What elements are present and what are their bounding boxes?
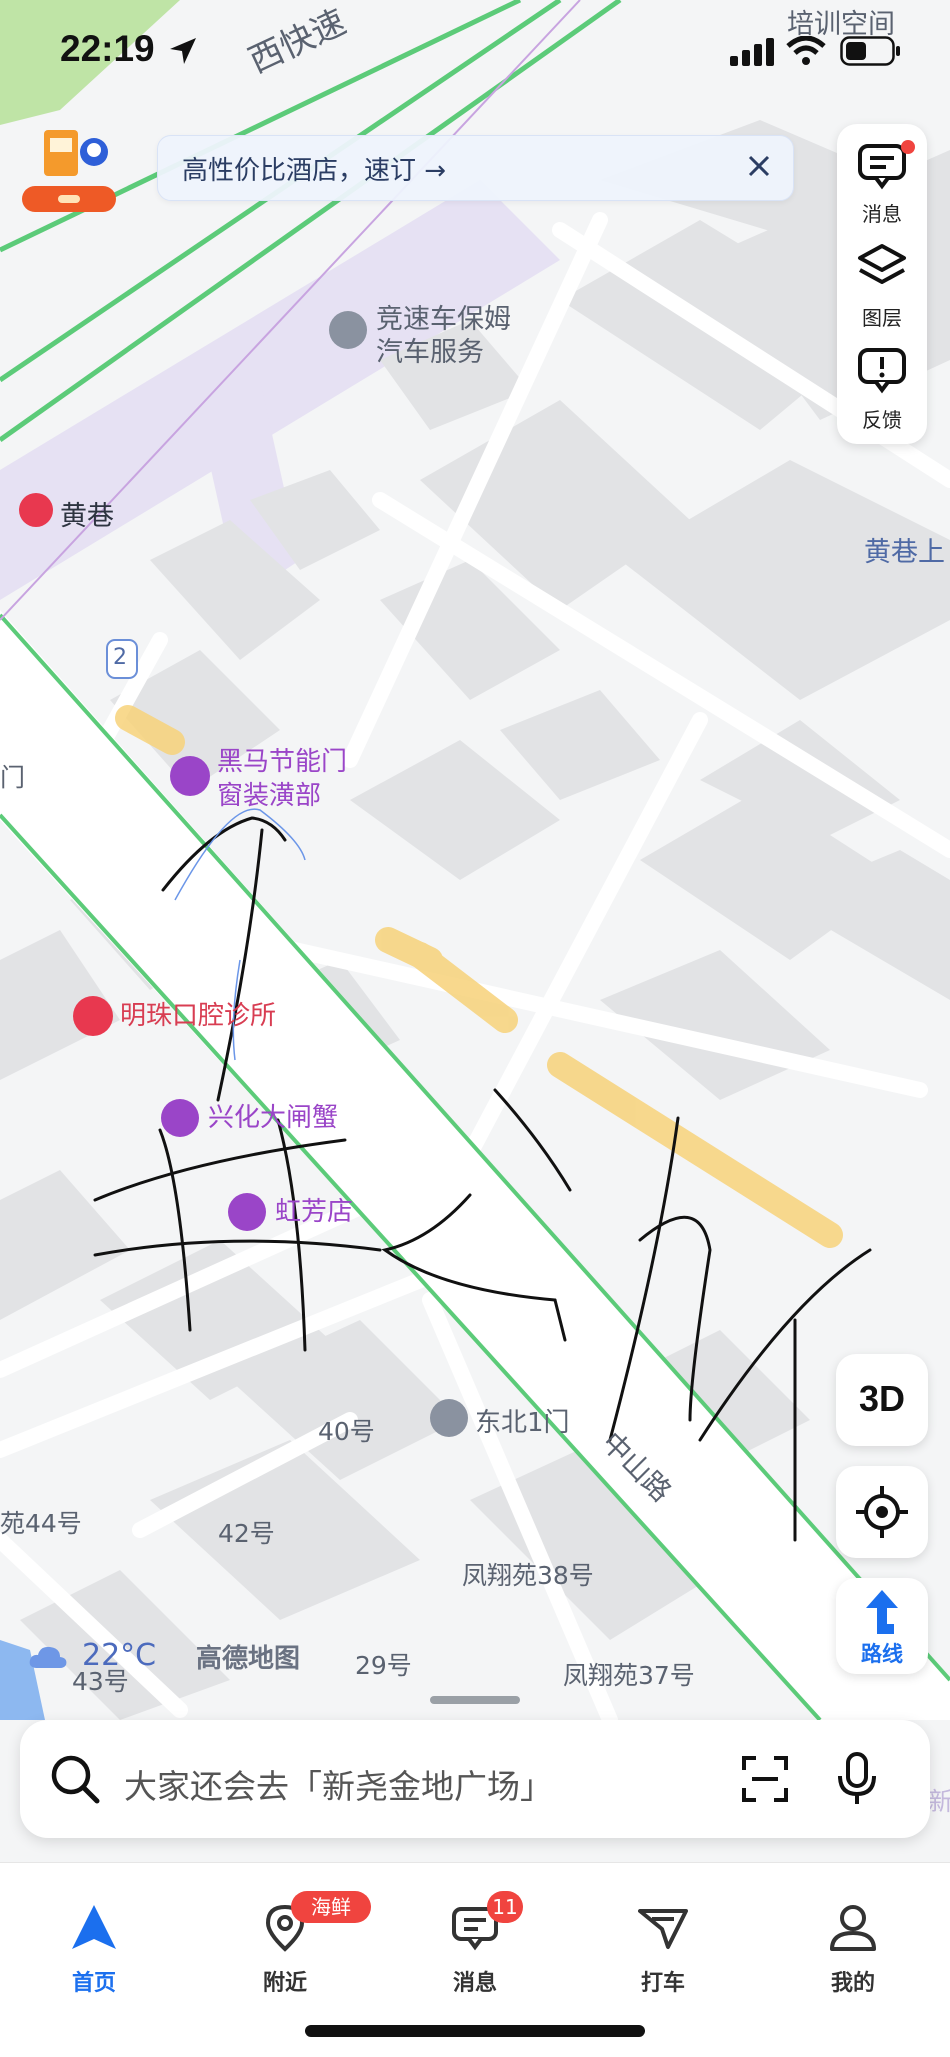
navigate-arrow-icon bbox=[72, 1905, 116, 1949]
tab-taxi[interactable]: 打车 bbox=[603, 1883, 723, 1996]
person-icon bbox=[830, 1905, 876, 1951]
notification-dot bbox=[901, 140, 915, 154]
map-label-no29: 29号 bbox=[355, 1651, 412, 1680]
cloud-icon bbox=[29, 1646, 67, 1668]
poi-label-heima-line2[interactable]: 窗装潢部 bbox=[217, 780, 321, 812]
map-label-edge-right: 新 bbox=[928, 1787, 950, 1816]
map-label-edge-left: 门 bbox=[0, 763, 26, 792]
hotel-promo-banner[interactable]: 高性价比酒店，速订 → bbox=[157, 135, 794, 201]
route-arrow-icon bbox=[866, 1590, 898, 1634]
search-bar[interactable]: 大家还会去「新尧金地广场」 bbox=[20, 1720, 930, 1838]
nearby-badge: 海鲜 bbox=[291, 1891, 371, 1923]
wifi-icon bbox=[786, 36, 826, 65]
search-icon bbox=[51, 1755, 100, 1804]
search-input[interactable]: 大家还会去「新尧金地广场」 bbox=[124, 1760, 553, 1808]
scan-icon[interactable] bbox=[740, 1754, 790, 1804]
side-label-layers: 图层 bbox=[862, 306, 902, 330]
side-button-layers[interactable]: 图层 bbox=[837, 236, 927, 336]
close-icon[interactable] bbox=[739, 146, 779, 186]
tab-messages[interactable]: 11 消息 bbox=[415, 1883, 535, 1996]
locate-me-button[interactable] bbox=[836, 1466, 928, 1558]
status-time: 22:19 bbox=[60, 28, 155, 69]
poi-label-dental-clinic[interactable]: 明珠口腔诊所 bbox=[120, 1000, 276, 1032]
map-label-fengxiang38: 凤翔苑38号 bbox=[462, 1561, 594, 1590]
poi-label-xinghua[interactable]: 兴化大闸蟹 bbox=[208, 1102, 338, 1134]
poi-label-car-service-line2[interactable]: 汽车服务 bbox=[376, 330, 484, 369]
tab-taxi-label: 打车 bbox=[640, 1971, 685, 1996]
tab-home-label: 首页 bbox=[71, 1971, 116, 1996]
locate-crosshair-icon bbox=[856, 1486, 908, 1538]
route-label: 路线 bbox=[861, 1642, 903, 1666]
3d-toggle-button[interactable]: 3D bbox=[836, 1354, 928, 1446]
location-arrow-icon bbox=[170, 38, 196, 64]
feedback-icon bbox=[858, 348, 906, 394]
map-label-no40: 40号 bbox=[318, 1417, 375, 1446]
tab-nearby-label: 附近 bbox=[262, 1971, 307, 1996]
mascot-icon bbox=[22, 130, 116, 212]
amap-brand-logo: 高德地图 bbox=[196, 1644, 301, 1674]
side-label-messages: 消息 bbox=[862, 202, 902, 226]
map-label-fengxiang37: 凤翔苑37号 bbox=[563, 1661, 695, 1690]
side-button-feedback[interactable]: 反馈 bbox=[837, 338, 927, 438]
signal-icon bbox=[730, 38, 774, 66]
metro-label-huangxiang[interactable]: 黄巷 bbox=[60, 494, 114, 533]
messages-badge: 11 bbox=[487, 1891, 523, 1923]
weather-widget[interactable]: 22°C bbox=[28, 1636, 168, 1676]
3d-label: 3D bbox=[858, 1378, 906, 1419]
battery-icon bbox=[840, 36, 900, 66]
side-label-feedback: 反馈 bbox=[862, 408, 902, 432]
sheet-drag-handle bbox=[430, 1696, 520, 1704]
tab-nearby[interactable]: 海鲜 附近 bbox=[225, 1883, 371, 1996]
status-bar: 22:19 bbox=[0, 0, 950, 110]
weather-temperature: 22°C bbox=[82, 1638, 157, 1673]
route-number-label: 2 bbox=[113, 645, 127, 670]
bottom-tab-bar: 首页 海鲜 附近 11 消息 打车 我的 bbox=[0, 1862, 950, 2057]
tab-home[interactable]: 首页 bbox=[34, 1883, 154, 1996]
map-label-huangxiang-right: 黄巷上 bbox=[864, 537, 945, 568]
home-indicator bbox=[305, 2025, 645, 2037]
map-label-no42: 42号 bbox=[218, 1519, 275, 1548]
layers-icon bbox=[858, 244, 906, 284]
microphone-icon[interactable] bbox=[835, 1752, 879, 1806]
poi-label-dongbei-gate[interactable]: 东北1门 bbox=[475, 1402, 570, 1439]
tab-profile[interactable]: 我的 bbox=[793, 1883, 913, 1996]
tab-profile-label: 我的 bbox=[830, 1971, 875, 1996]
map-side-toolbar: 消息 图层 反馈 bbox=[837, 124, 927, 444]
side-button-messages[interactable]: 消息 bbox=[837, 132, 927, 232]
route-button[interactable]: 路线 bbox=[836, 1578, 928, 1674]
poi-label-hongfang[interactable]: 虹芳店 bbox=[275, 1196, 353, 1228]
taxi-icon bbox=[638, 1909, 688, 1949]
map-label-yuan44: 苑44号 bbox=[0, 1509, 82, 1538]
poi-label-heima-line1[interactable]: 黑马节能门 bbox=[217, 746, 347, 778]
banner-text[interactable]: 高性价比酒店，速订 → bbox=[182, 150, 446, 187]
promo-mascot-button[interactable] bbox=[22, 122, 118, 214]
tab-messages-label: 消息 bbox=[452, 1971, 497, 1996]
